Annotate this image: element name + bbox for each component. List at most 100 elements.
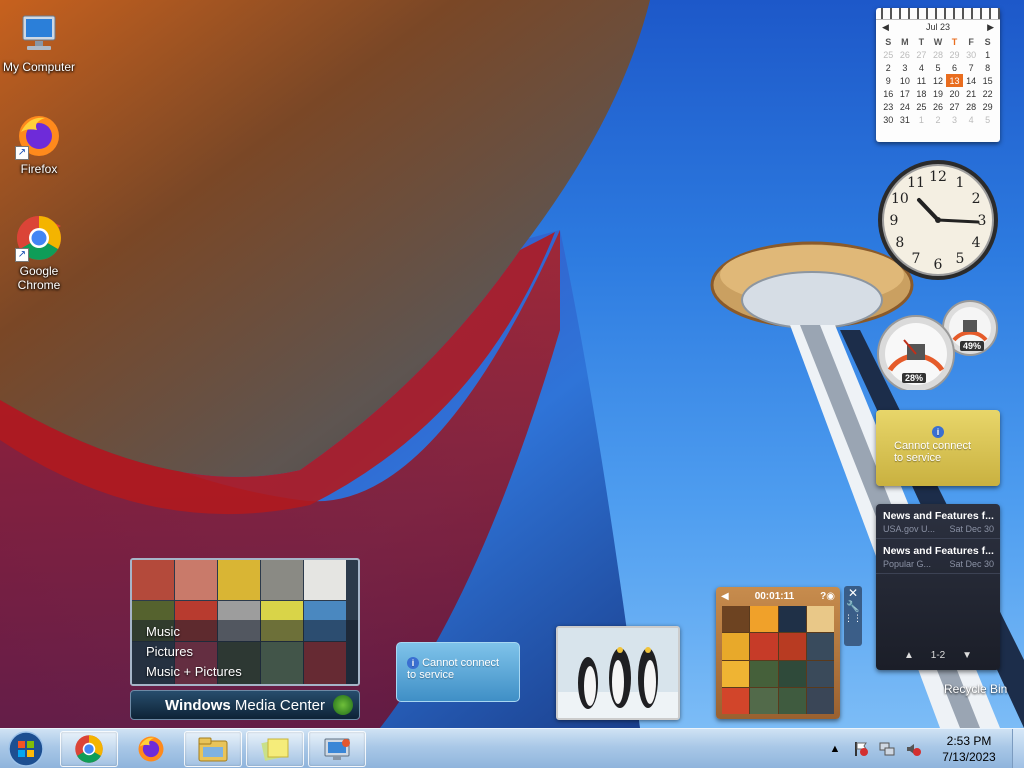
menu-item-music[interactable]: Music <box>146 622 242 642</box>
calendar-day[interactable]: 28 <box>930 48 947 61</box>
calendar-day[interactable]: 30 <box>963 48 980 61</box>
taskbar-explorer-button[interactable] <box>184 731 242 767</box>
calendar-day[interactable]: 29 <box>979 100 996 113</box>
calendar-day[interactable]: 14 <box>963 74 980 87</box>
calendar-weekday: M <box>901 36 909 47</box>
calendar-weekday: S <box>984 36 991 47</box>
clock-numeral: 11 <box>907 175 925 191</box>
desktop-icon-recycle-bin[interactable]: Recycle Bin <box>944 682 1007 696</box>
taskbar-chrome-button[interactable] <box>60 731 118 767</box>
calendar-day[interactable]: 11 <box>913 74 930 87</box>
clock-gadget[interactable]: 12 1 2 3 4 5 6 7 8 9 10 11 <box>876 158 1000 282</box>
calendar-day[interactable]: 2 <box>880 61 897 74</box>
calendar-day[interactable]: 26 <box>897 48 914 61</box>
calendar-day[interactable]: 17 <box>897 87 914 100</box>
clock-numeral: 5 <box>956 251 965 267</box>
help-icon[interactable]: ?◉ <box>820 591 835 602</box>
calendar-day[interactable]: 31 <box>897 113 914 126</box>
desktop-icon-label: My Computer <box>2 60 76 74</box>
desktop-icon-google-chrome[interactable]: ↗ Google Chrome <box>0 214 78 292</box>
calendar-day[interactable]: 12 <box>930 74 947 87</box>
feed-title: News and Features f... <box>883 510 994 522</box>
calendar-day[interactable]: 22 <box>979 87 996 100</box>
firefox-icon: ↗ <box>15 112 63 160</box>
calendar-day[interactable]: 13 <box>946 74 963 87</box>
penguins-photo <box>558 628 678 718</box>
feed-item[interactable]: News and Features f... USA.gov U... Sat D… <box>876 504 1000 539</box>
pause-icon[interactable]: ◀ <box>721 591 729 602</box>
media-center-gadget[interactable]: Music Pictures Music + Pictures Windows … <box>130 558 360 722</box>
calendar-day[interactable]: 9 <box>880 74 897 87</box>
puzzle-grid[interactable] <box>722 606 834 714</box>
calendar-day[interactable]: 28 <box>963 100 980 113</box>
calendar-day[interactable]: 26 <box>930 100 947 113</box>
volume-muted-icon[interactable] <box>904 740 922 758</box>
calendar-day[interactable]: 8 <box>979 61 996 74</box>
prev-month-icon[interactable]: ◀ <box>882 22 889 33</box>
calendar-day[interactable]: 10 <box>897 74 914 87</box>
action-center-flag-icon[interactable] <box>852 740 870 758</box>
desktop-icon-firefox[interactable]: ↗ Firefox <box>0 112 78 176</box>
calendar-day[interactable]: 2 <box>930 113 947 126</box>
calendar-day[interactable]: 3 <box>946 113 963 126</box>
calendar-day[interactable]: 27 <box>913 48 930 61</box>
calendar-day[interactable]: 4 <box>963 113 980 126</box>
calendar-day[interactable]: 5 <box>979 113 996 126</box>
feed-source: USA.gov U... <box>883 524 936 534</box>
close-icon[interactable]: ✕ <box>844 586 862 600</box>
calendar-day[interactable]: 1 <box>979 48 996 61</box>
calendar-day[interactable]: 29 <box>946 48 963 61</box>
calendar-day[interactable]: 25 <box>880 48 897 61</box>
calendar-day[interactable]: 25 <box>913 100 930 113</box>
media-center-title-bold: Windows <box>165 696 231 714</box>
media-center-tiles[interactable]: Music Pictures Music + Pictures <box>130 558 360 686</box>
menu-item-pictures[interactable]: Pictures <box>146 642 242 662</box>
options-icon[interactable]: 🔧 <box>844 600 862 613</box>
calendar-day[interactable]: 15 <box>979 74 996 87</box>
next-page-icon[interactable]: ▼ <box>962 650 972 661</box>
taskbar-sticky-notes-button[interactable] <box>246 731 304 767</box>
clock-numeral: 9 <box>890 213 899 229</box>
feed-item[interactable]: News and Features f... Popular G... Sat D… <box>876 539 1000 574</box>
show-hidden-icons-icon[interactable]: ▲ <box>826 740 844 758</box>
calendar-day[interactable]: 5 <box>930 61 947 74</box>
calendar-day[interactable]: 4 <box>913 61 930 74</box>
calendar-day[interactable]: 27 <box>946 100 963 113</box>
start-button[interactable] <box>4 730 48 768</box>
calendar-day[interactable]: 19 <box>930 87 947 100</box>
clock-numeral: 2 <box>972 191 981 207</box>
calendar-day[interactable]: 30 <box>880 113 897 126</box>
calendar-gadget[interactable]: ◀ Jul 23 ▶ SMTWTFS 25 26 27 28 29 30 1 2 3 4 5 6 7 8 9… <box>876 8 1000 142</box>
media-center-launch-bar[interactable]: Windows Media Center <box>130 690 360 720</box>
desktop-icon-my-computer[interactable]: My Computer <box>0 10 78 74</box>
desktop-icon-label: Firefox <box>20 162 58 176</box>
calendar-day[interactable]: 20 <box>946 87 963 100</box>
slideshow-gadget[interactable] <box>556 626 680 720</box>
calendar-day[interactable]: 3 <box>897 61 914 74</box>
taskbar-firefox-button[interactable] <box>122 731 180 767</box>
weather-gadget[interactable]: i Cannot connect to service <box>876 410 1000 486</box>
taskbar-remote-desktop-button[interactable] <box>308 731 366 767</box>
calendar-day[interactable]: 16 <box>880 87 897 100</box>
picture-puzzle-gadget[interactable]: ◀ 00:01:11 ?◉ <box>716 587 840 719</box>
next-month-icon[interactable]: ▶ <box>987 22 994 33</box>
cpu-meter-gadget[interactable]: 28% 49% <box>876 300 1000 393</box>
media-center-title-rest: Media Center <box>230 696 325 714</box>
calendar-day[interactable]: 21 <box>963 87 980 100</box>
calendar-day[interactable]: 18 <box>913 87 930 100</box>
info-icon: i <box>932 426 944 438</box>
show-desktop-button[interactable] <box>1012 729 1024 768</box>
taskbar-clock[interactable]: 2:53 PM 7/13/2023 <box>934 733 1004 765</box>
drag-handle-icon[interactable]: ⋮⋮ <box>844 613 862 624</box>
prev-page-icon[interactable]: ▲ <box>904 650 914 661</box>
calendar-day[interactable]: 24 <box>897 100 914 113</box>
feed-headlines-gadget[interactable]: News and Features f... USA.gov U... Sat D… <box>876 504 1000 670</box>
menu-item-music-pictures[interactable]: Music + Pictures <box>146 662 242 682</box>
puzzle-timer: 00:01:11 <box>754 590 795 602</box>
calendar-day[interactable]: 7 <box>963 61 980 74</box>
network-icon[interactable] <box>878 740 896 758</box>
calendar-day[interactable]: 1 <box>913 113 930 126</box>
currency-gadget[interactable]: i Cannot connect to service <box>396 642 520 702</box>
calendar-day[interactable]: 6 <box>946 61 963 74</box>
calendar-day[interactable]: 23 <box>880 100 897 113</box>
